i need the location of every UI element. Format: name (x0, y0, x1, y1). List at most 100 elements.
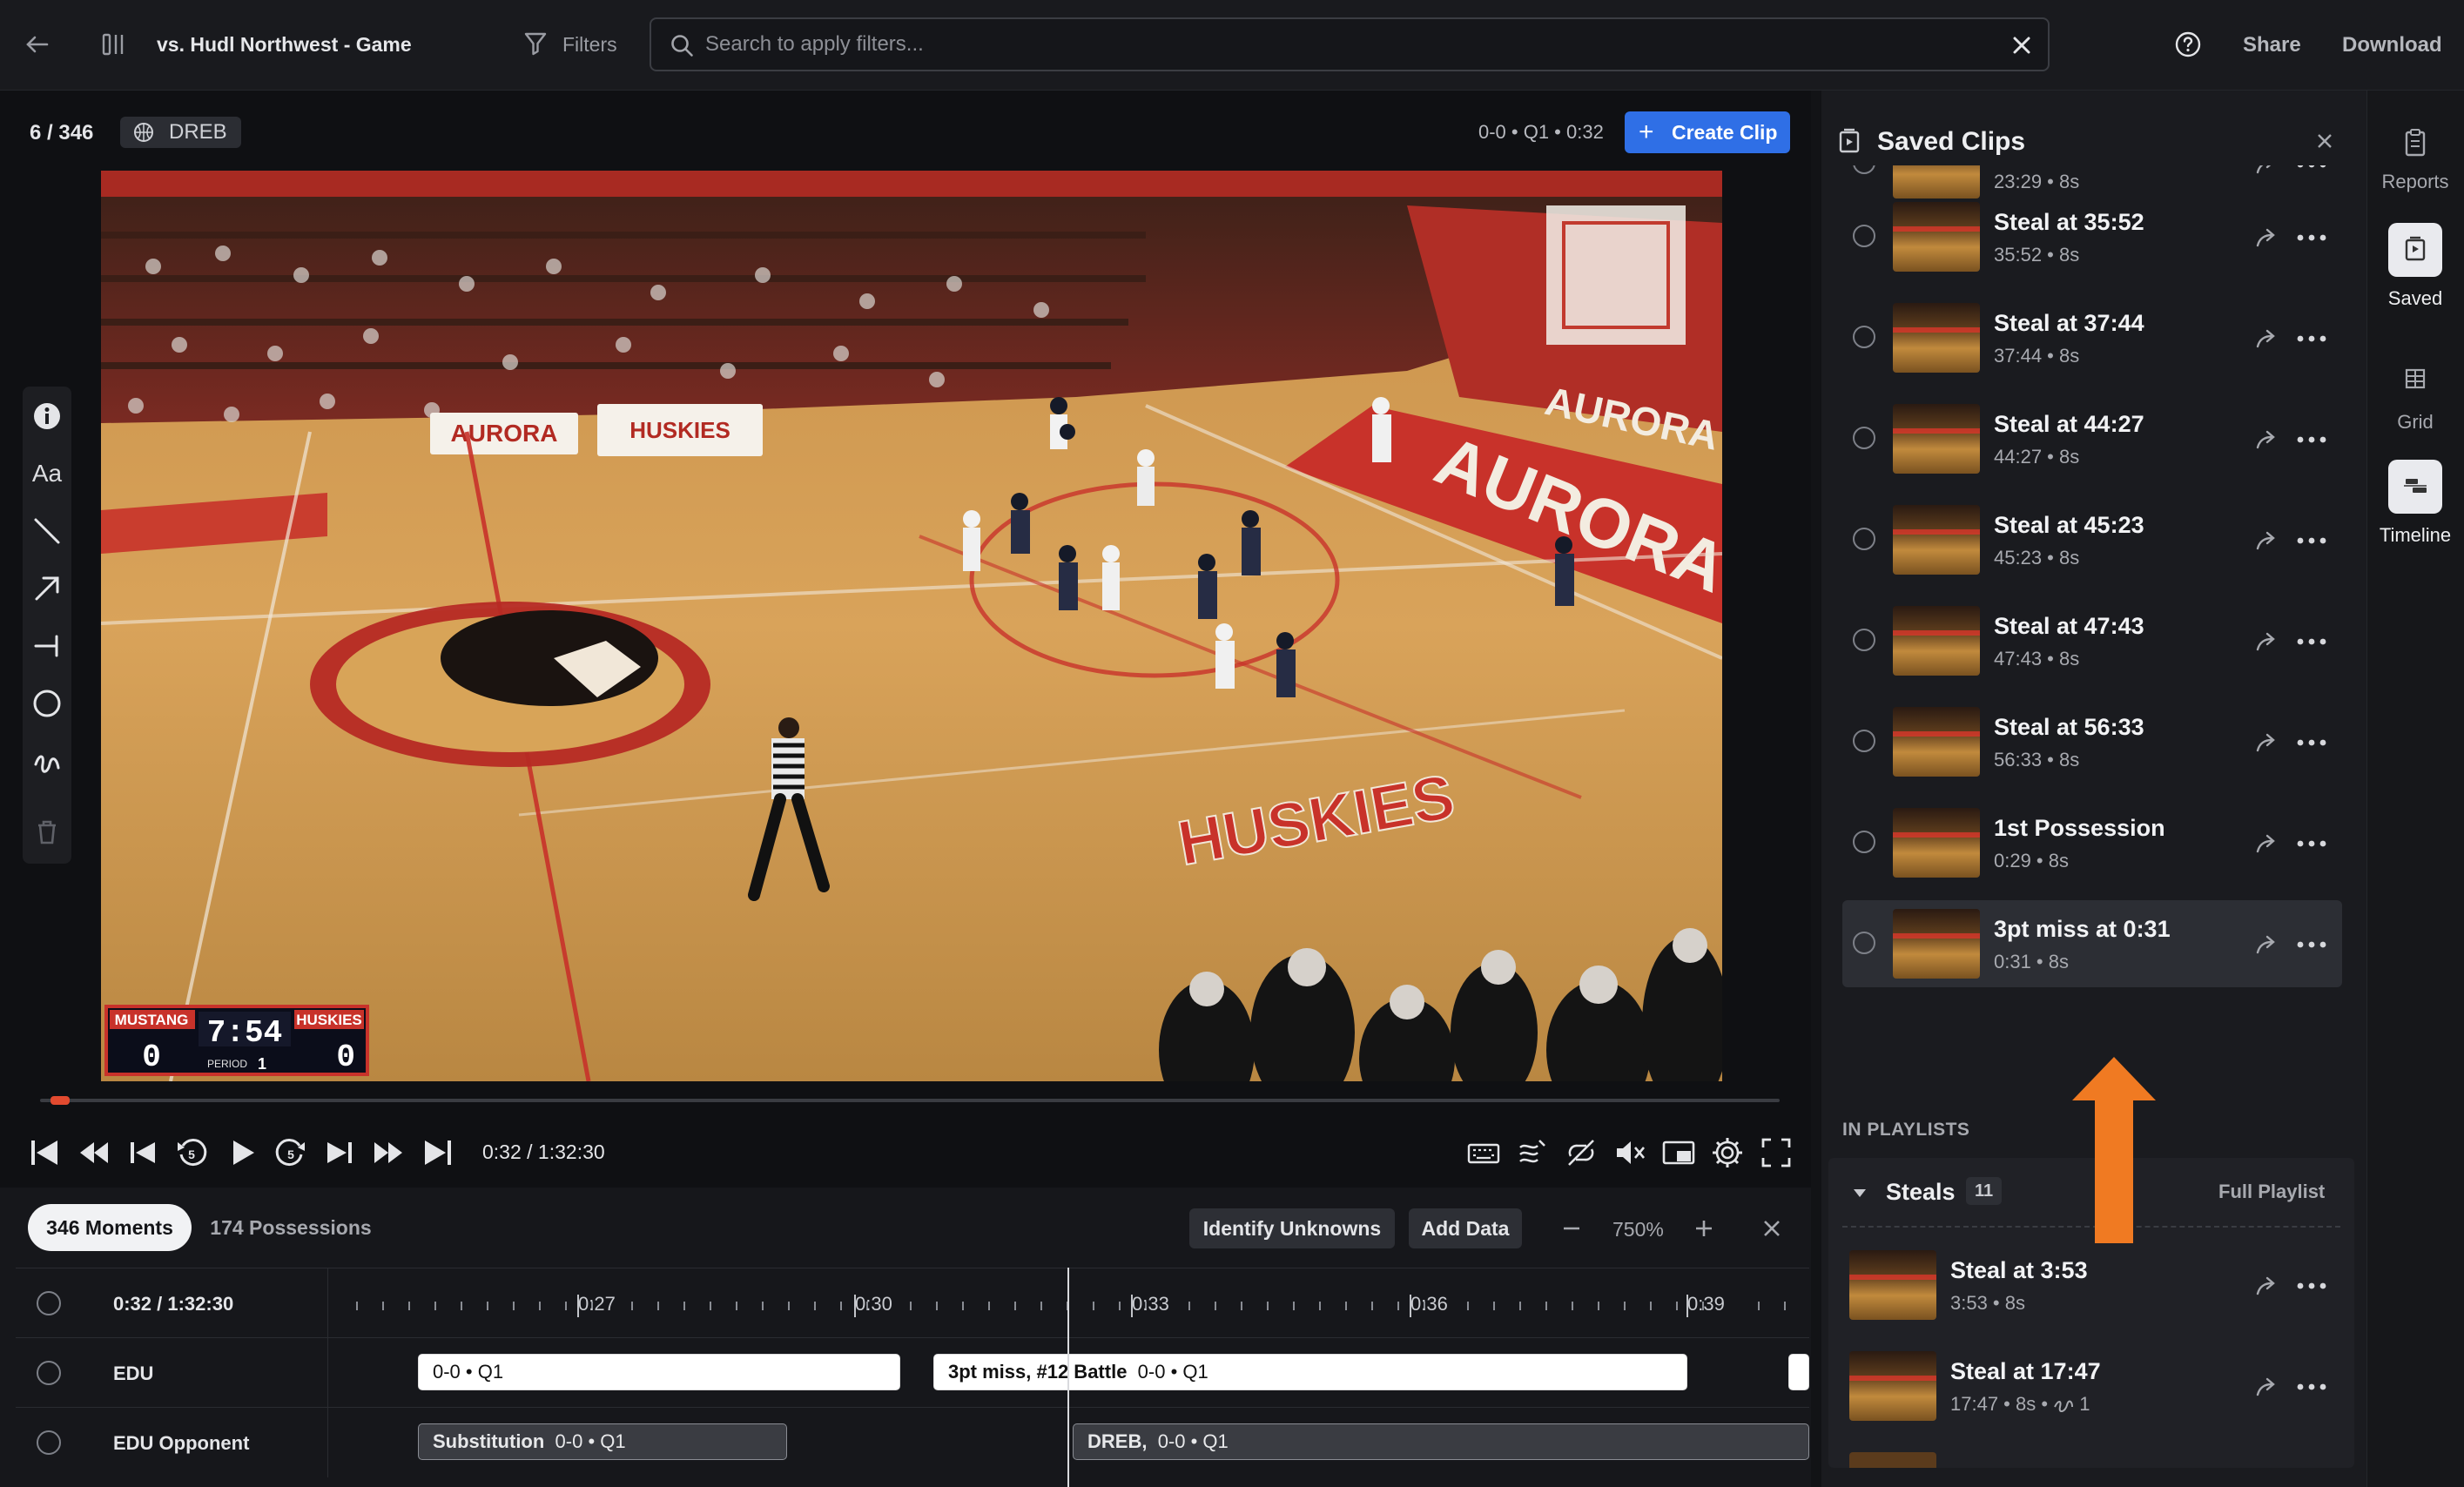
identify-unknowns-button[interactable]: Identify Unknowns (1189, 1208, 1395, 1248)
more-options-icon[interactable] (2295, 528, 2328, 554)
playlist-clip[interactable]: Steal at 3:53 3:53 • 8s (1842, 1241, 2342, 1329)
play-icon[interactable] (225, 1135, 259, 1170)
saved-clip[interactable]: Steal at 37:44 37:44 • 8s (1842, 294, 2342, 381)
share-arrow-icon[interactable] (2253, 427, 2279, 453)
info-icon[interactable] (31, 400, 63, 432)
share-arrow-icon[interactable] (2253, 326, 2279, 352)
trash-icon[interactable] (31, 817, 63, 848)
playlist-name[interactable]: Steals (1886, 1179, 1956, 1206)
saved-clip[interactable]: Steal at 47:43 47:43 • 8s (1842, 597, 2342, 684)
annotation-toggle-icon[interactable] (1515, 1135, 1550, 1170)
share-arrow-icon[interactable] (2253, 730, 2279, 756)
more-options-icon[interactable] (2295, 165, 2328, 178)
more-options-icon[interactable] (2295, 326, 2328, 352)
timeline-clip[interactable]: Substitution 0-0 • Q1 (418, 1423, 787, 1460)
collapse-caret-icon[interactable] (1851, 1186, 1868, 1200)
playlist-clip[interactable]: Steal at 17:47 17:47 • 8s • 1 (1842, 1342, 2342, 1430)
search-box[interactable] (650, 17, 2050, 71)
rail-reports[interactable]: Reports (2366, 127, 2464, 193)
timeline-clip[interactable]: 0-0 • Q1 (418, 1354, 900, 1390)
share-arrow-icon[interactable] (2253, 932, 2279, 958)
share-arrow-icon[interactable] (2253, 629, 2279, 655)
timeline-clip[interactable]: DREB, 0-0 • Q1 (1073, 1423, 1809, 1460)
saved-clip[interactable]: Steal at 44:27 44:27 • 8s (1842, 395, 2342, 482)
previous-icon[interactable] (125, 1135, 160, 1170)
create-clip-button[interactable]: + Create Clip (1625, 111, 1790, 153)
share-arrow-icon[interactable] (2253, 831, 2279, 857)
share-button[interactable]: Share (2243, 33, 2301, 57)
keyboard-icon[interactable] (1466, 1135, 1501, 1170)
clip-checkbox[interactable] (1853, 528, 1875, 550)
more-options-icon[interactable] (2295, 1374, 2328, 1400)
clip-checkbox[interactable] (1853, 427, 1875, 449)
clip-checkbox[interactable] (1853, 165, 1875, 174)
help-icon[interactable] (2173, 30, 2203, 59)
clip-checkbox[interactable] (1853, 831, 1875, 853)
more-options-icon[interactable] (2295, 225, 2328, 251)
share-arrow-icon[interactable] (2253, 1273, 2279, 1299)
playhead[interactable] (1067, 1268, 1069, 1487)
zoom-in-icon[interactable] (1691, 1215, 1717, 1241)
select-all-checkbox[interactable] (37, 1291, 61, 1315)
more-options-icon[interactable] (2295, 730, 2328, 756)
next-icon[interactable] (322, 1135, 357, 1170)
line-icon[interactable] (31, 515, 63, 547)
row-checkbox[interactable] (37, 1361, 61, 1385)
full-playlist-link[interactable]: Full Playlist (2218, 1181, 2325, 1203)
add-data-button[interactable]: Add Data (1409, 1208, 1522, 1248)
download-button[interactable]: Download (2342, 33, 2442, 57)
skip-to-start-icon[interactable] (28, 1135, 63, 1170)
skip-to-end-icon[interactable] (420, 1135, 454, 1170)
search-input[interactable] (705, 30, 1968, 58)
row-checkbox[interactable] (37, 1430, 61, 1455)
clip-checkbox[interactable] (1853, 932, 1875, 954)
saved-clip[interactable]: 1st Possession 0:29 • 8s (1842, 799, 2342, 886)
progress-track[interactable] (40, 1099, 1780, 1102)
share-arrow-icon[interactable] (2253, 528, 2279, 554)
mute-icon[interactable] (1612, 1135, 1647, 1170)
filter-icon[interactable] (522, 30, 549, 57)
video-frame[interactable]: AURORA HUSKIES AURORA AURORA HUSKIES MUS… (101, 171, 1722, 1081)
share-arrow-icon[interactable] (2253, 1374, 2279, 1400)
saved-clip[interactable]: Steal at 35:52 35:52 • 8s (1842, 193, 2342, 280)
picture-in-picture-icon[interactable] (1661, 1135, 1696, 1170)
circle-icon[interactable] (31, 688, 63, 719)
clip-checkbox[interactable] (1853, 629, 1875, 651)
clip-checkbox[interactable] (1853, 730, 1875, 752)
rail-timeline[interactable]: Timeline (2366, 460, 2464, 547)
back-5-icon[interactable]: 5 (174, 1135, 209, 1170)
freehand-icon[interactable] (31, 745, 63, 777)
more-options-icon[interactable] (2295, 629, 2328, 655)
fast-forward-icon[interactable] (371, 1135, 406, 1170)
loop-off-icon[interactable] (1564, 1135, 1599, 1170)
rewind-icon[interactable] (77, 1135, 111, 1170)
rail-grid[interactable]: Grid (2366, 362, 2464, 434)
close-panel-icon[interactable] (2314, 131, 2335, 151)
share-arrow-icon[interactable] (2253, 165, 2279, 178)
more-options-icon[interactable] (2295, 427, 2328, 453)
timeline-clip[interactable]: 3pt miss, #12 Battle 0-0 • Q1 (933, 1354, 1687, 1390)
saved-clip[interactable]: 3pt miss at 0:31 0:31 • 8s (1842, 900, 2342, 987)
panel-toggle-icon[interactable] (101, 30, 127, 59)
filters-button[interactable]: Filters (562, 33, 617, 57)
timeline-clip[interactable] (1788, 1354, 1809, 1390)
progress-handle[interactable] (50, 1096, 70, 1105)
tab-moments[interactable]: 346 Moments (28, 1204, 192, 1251)
t-line-icon[interactable] (31, 630, 63, 662)
tab-possessions[interactable]: 174 Possessions (204, 1204, 378, 1251)
more-options-icon[interactable] (2295, 831, 2328, 857)
saved-clip[interactable]: Steal at 45:23 45:23 • 8s (1842, 496, 2342, 583)
text-icon[interactable]: Aa (31, 458, 63, 489)
fullscreen-icon[interactable] (1759, 1135, 1794, 1170)
clip-checkbox[interactable] (1853, 326, 1875, 348)
saved-clip[interactable]: Steal at 56:33 56:33 • 8s (1842, 698, 2342, 785)
clip-checkbox[interactable] (1853, 225, 1875, 247)
more-options-icon[interactable] (2295, 932, 2328, 958)
clear-search-icon[interactable] (2010, 33, 2034, 57)
share-arrow-icon[interactable] (2253, 225, 2279, 251)
rail-saved[interactable]: Saved (2366, 223, 2464, 310)
zoom-out-icon[interactable] (1559, 1215, 1585, 1241)
close-timeline-icon[interactable] (1760, 1217, 1783, 1240)
arrow-icon[interactable] (31, 573, 63, 604)
forward-5-icon[interactable]: 5 (273, 1135, 308, 1170)
